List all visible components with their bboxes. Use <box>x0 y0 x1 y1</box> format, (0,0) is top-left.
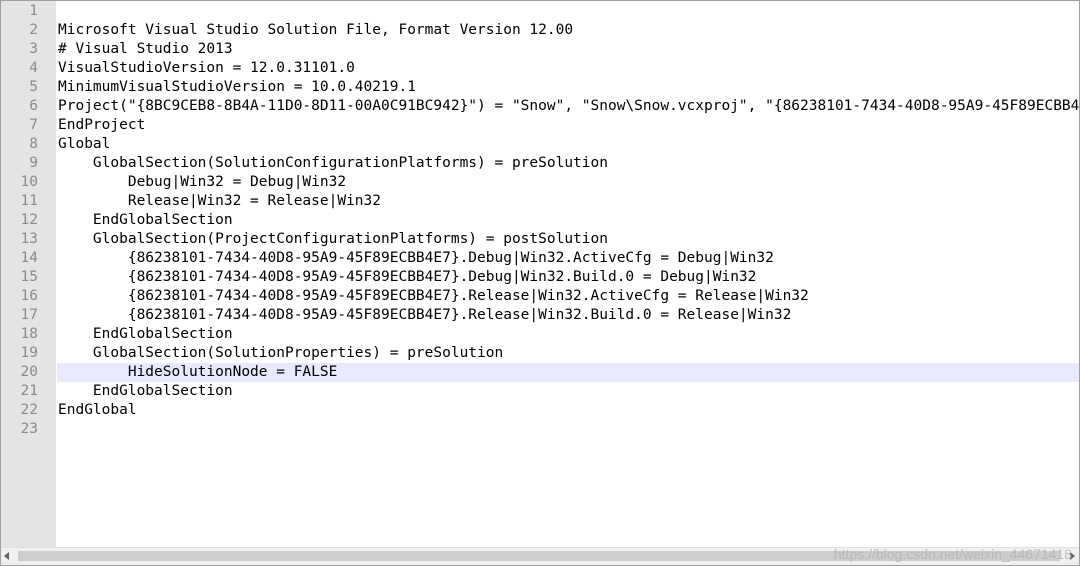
line-number: 1 <box>29 3 38 19</box>
watermark: https://blog.csdn.net/weixin_44671418 <box>833 546 1072 562</box>
code-line[interactable]: Debug|Win32 = Debug|Win32 <box>58 173 1079 192</box>
line-number: 11 <box>20 193 38 209</box>
line-number: 9 <box>29 155 38 171</box>
code-line[interactable]: {86238101-7434-40D8-95A9-45F89ECBB4E7}.R… <box>58 287 1079 306</box>
code-line[interactable]: EndGlobalSection <box>58 325 1079 344</box>
line-number: 20 <box>20 364 38 380</box>
code-line[interactable]: {86238101-7434-40D8-95A9-45F89ECBB4E7}.D… <box>58 268 1079 287</box>
line-number: 19 <box>20 345 38 361</box>
line-number: 23 <box>20 421 38 437</box>
code-line[interactable]: GlobalSection(ProjectConfigurationPlatfo… <box>58 230 1079 249</box>
code-line[interactable]: Global <box>58 135 1079 154</box>
code-line[interactable]: MinimumVisualStudioVersion = 10.0.40219.… <box>58 78 1079 97</box>
code-line[interactable]: {86238101-7434-40D8-95A9-45F89ECBB4E7}.D… <box>58 249 1079 268</box>
code-line[interactable]: EndGlobal <box>58 401 1079 420</box>
line-number: 17 <box>20 307 38 323</box>
line-number: 2 <box>29 22 38 38</box>
code-line[interactable]: Project("{8BC9CEB8-8B4A-11D0-8D11-00A0C9… <box>58 97 1079 116</box>
text-editor[interactable]: 1 2 3 4 5 6 7 8 9 10 11 12 13 14 15 16 1… <box>0 0 1080 566</box>
code-line[interactable]: Release|Win32 = Release|Win32 <box>58 192 1079 211</box>
line-number: 8 <box>29 136 38 152</box>
code-line[interactable]: EndProject <box>58 116 1079 135</box>
line-number: 22 <box>20 402 38 418</box>
code-line[interactable]: EndGlobalSection <box>58 382 1079 401</box>
line-numbers: 1 2 3 4 5 6 7 8 9 10 11 12 13 14 15 16 1… <box>1 2 38 439</box>
line-number: 10 <box>20 174 38 190</box>
current-code-line[interactable]: HideSolutionNode = FALSE <box>57 363 1079 382</box>
code-line[interactable] <box>58 420 1079 439</box>
line-number: 13 <box>20 231 38 247</box>
code-line[interactable] <box>58 2 1079 21</box>
code-line[interactable]: VisualStudioVersion = 12.0.31101.0 <box>58 59 1079 78</box>
line-number: 15 <box>20 269 38 285</box>
code-area[interactable]: Microsoft Visual Studio Solution File, F… <box>57 2 1079 439</box>
line-number: 14 <box>20 250 38 266</box>
line-number: 21 <box>20 383 38 399</box>
line-number: 6 <box>29 98 38 114</box>
line-number-gutter: 1 2 3 4 5 6 7 8 9 10 11 12 13 14 15 16 1… <box>1 1 56 548</box>
code-line[interactable]: GlobalSection(SolutionProperties) = preS… <box>58 344 1079 363</box>
line-number: 3 <box>29 41 38 57</box>
line-number: 4 <box>29 60 38 76</box>
line-number: 16 <box>20 288 38 304</box>
scroll-left-arrow-icon[interactable] <box>4 552 9 560</box>
line-number: 5 <box>29 79 38 95</box>
line-number: 12 <box>20 212 38 228</box>
line-number: 7 <box>29 117 38 133</box>
line-number: 18 <box>20 326 38 342</box>
code-line[interactable]: GlobalSection(SolutionConfigurationPlatf… <box>58 154 1079 173</box>
code-line[interactable]: EndGlobalSection <box>58 211 1079 230</box>
code-line[interactable]: {86238101-7434-40D8-95A9-45F89ECBB4E7}.R… <box>58 306 1079 325</box>
code-line[interactable]: # Visual Studio 2013 <box>58 40 1079 59</box>
code-line[interactable]: Microsoft Visual Studio Solution File, F… <box>58 21 1079 40</box>
